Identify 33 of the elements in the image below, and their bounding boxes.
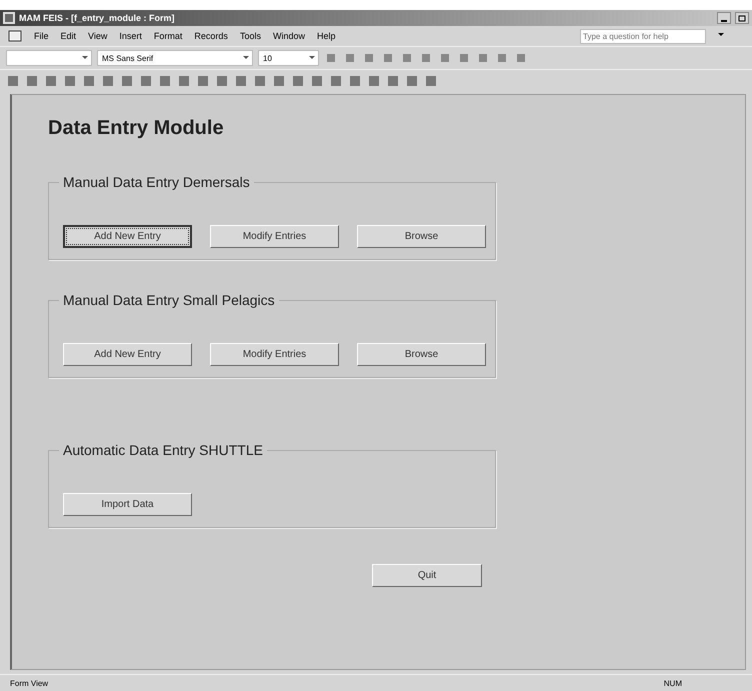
group-label: Automatic Data Entry SHUTTLE — [59, 442, 267, 458]
action-button[interactable]: Import Data — [63, 493, 192, 516]
form-icon[interactable] — [8, 30, 22, 42]
menu-item[interactable]: File — [34, 31, 49, 41]
font-combo[interactable]: MS Sans Serif — [97, 50, 253, 66]
action-button[interactable]: Add New Entry — [63, 343, 192, 366]
form-heading: Data Entry Module — [48, 117, 225, 140]
window-title: MAM FEIS - [f_entry_module : Form] — [19, 13, 175, 23]
menu-item[interactable]: View — [88, 31, 108, 41]
action-button[interactable]: Browse — [357, 343, 486, 366]
menu-item[interactable]: Window — [272, 31, 305, 41]
num-lock-indicator: NUM — [664, 678, 682, 688]
group-label: Manual Data Entry Small Pelagics — [59, 292, 279, 308]
menu-item[interactable]: Insert — [119, 31, 142, 41]
restore-icon — [738, 14, 746, 22]
action-button[interactable]: Add New Entry — [63, 225, 192, 248]
help-field[interactable]: Type a question for help — [580, 28, 706, 44]
menu-item[interactable]: Format — [154, 31, 182, 41]
app-icon — [3, 12, 15, 24]
quit-button[interactable]: Quit — [372, 564, 482, 587]
object-combo[interactable] — [6, 50, 92, 66]
action-button[interactable]: Browse — [357, 225, 486, 248]
size-combo[interactable]: 10 — [258, 50, 319, 66]
status-text: Form View — [10, 678, 48, 688]
minimize-button[interactable] — [717, 12, 731, 24]
restore-button[interactable] — [735, 12, 749, 24]
group-label: Manual Data Entry Demersals — [59, 174, 254, 190]
action-button[interactable]: Modify Entries — [210, 225, 339, 248]
menu-item[interactable]: Records — [194, 31, 228, 41]
menu-item[interactable]: Edit — [60, 31, 76, 41]
menu-item[interactable]: Tools — [240, 31, 261, 41]
menu-item[interactable]: Help — [316, 31, 336, 41]
action-button[interactable]: Modify Entries — [210, 343, 339, 366]
